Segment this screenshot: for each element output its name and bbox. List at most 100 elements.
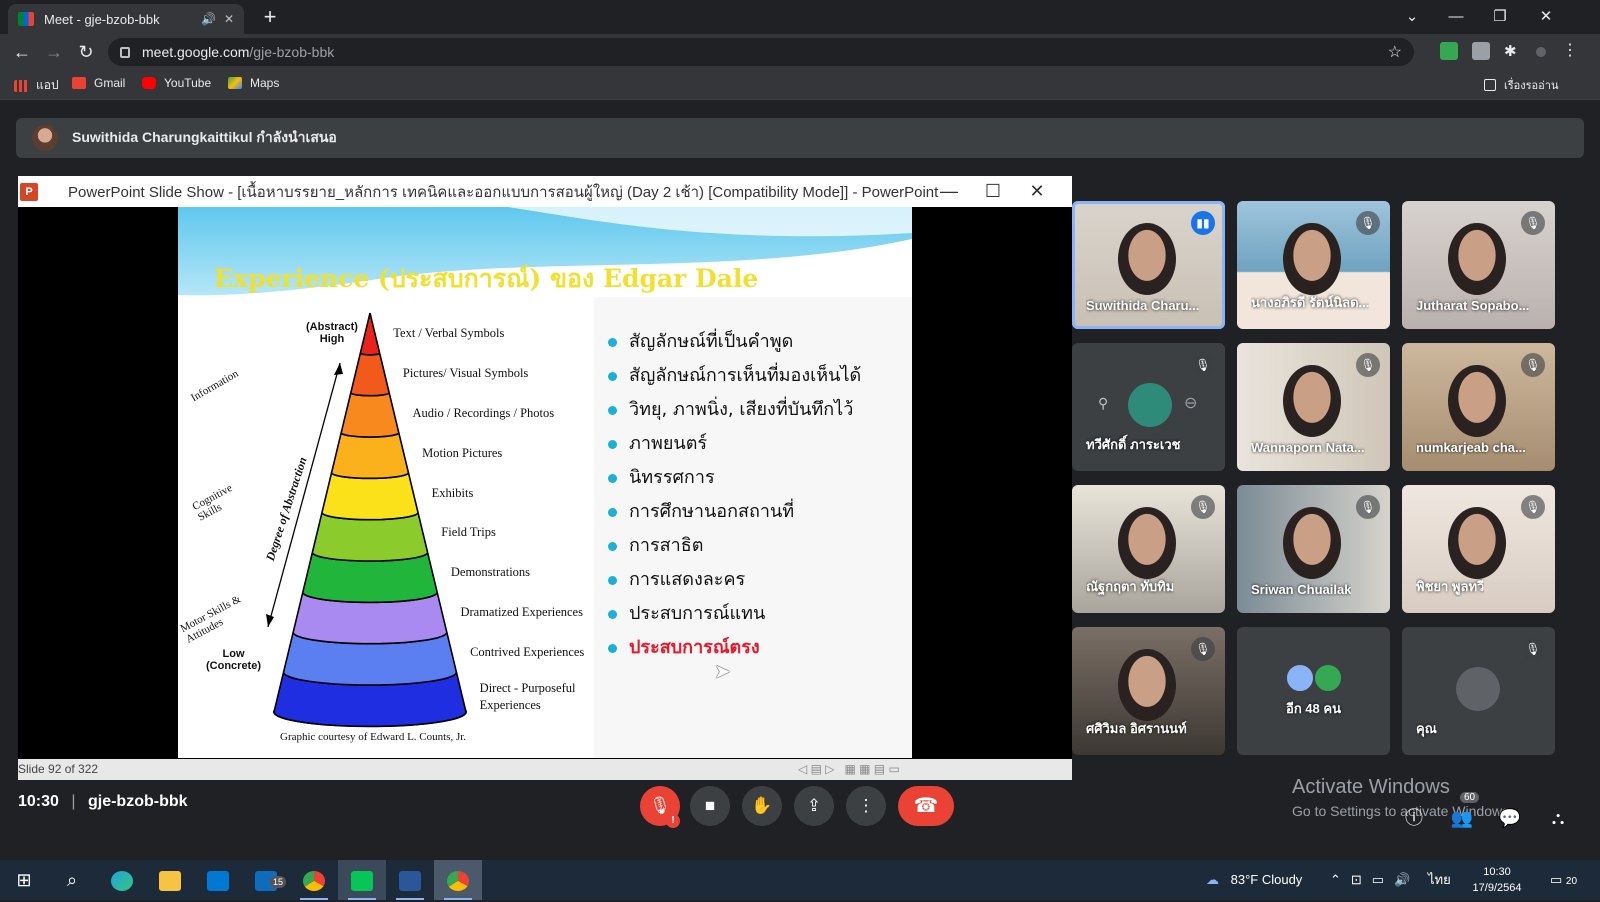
meeting-code: gje-bzob-bbk [87,793,188,810]
camera-toggle-button[interactable]: ■ [690,786,730,826]
reading-list-icon [1484,79,1496,91]
participant-name: อีก 48 คน [1286,701,1341,716]
extension-shield-icon[interactable] [1440,42,1458,60]
input-language[interactable]: ไทย [1428,860,1451,900]
bullet-item: การแสดงละคร [608,563,861,597]
notification-center[interactable]: ▭ 20 [1550,860,1577,900]
system-clock[interactable]: 10:30 17/9/2564 [1462,860,1532,900]
participant-tile[interactable]: 🎙 พิชยา พูลทวี [1402,485,1555,613]
notification-icon: ▭ [1550,872,1563,887]
bullet-dot-icon [608,575,617,585]
forward-arrow-icon[interactable]: → [42,40,66,64]
bullet-text: นิทรรศการ [629,467,715,488]
bullet-text: การสาธิต [629,535,704,556]
leave-call-button[interactable]: ☎ [898,786,954,826]
abstract-high-label: (Abstract) High [306,321,358,345]
participant-name: Wannaporn Nata... [1251,440,1365,455]
taskbar-chrome-1[interactable] [290,860,338,900]
extension-screen-icon[interactable] [1472,42,1490,60]
participant-name: ณัฐกฤตา ทับทิม [1086,579,1175,594]
bookmark-youtube[interactable]: YouTube [142,76,211,90]
profile-icon[interactable] [1536,47,1546,57]
participant-tile[interactable]: อีก 48 คน [1237,627,1390,755]
restore-button[interactable]: ❐ [1480,4,1520,30]
arrow-tail-icon [266,614,274,627]
level-label-1: Text / Verbal Symbols [393,325,505,340]
tab-close-icon[interactable]: ✕ [224,12,234,26]
bullet-text: ภาพยนตร์ [629,433,708,454]
participant-name: ทวีศักดิ์ ภาระเวช [1086,437,1181,452]
slide: Experience (ประสบการณ์) ของ Edgar Dale (… [178,207,912,758]
youtube-icon [142,77,156,89]
chat-icon[interactable]: 💬 [1498,806,1522,830]
present-button[interactable]: ⇪ [794,786,834,826]
slide-title: Experience (ประสบการณ์) ของ Edgar Dale [214,264,759,293]
more-options-button[interactable]: ⋮ [846,786,886,826]
participant-tile[interactable]: 🎙 numkarjeab cha... [1402,343,1555,471]
bullet-item: ภาพยนตร์ [608,427,861,461]
line-icon [351,871,373,892]
bookmark-apps[interactable]: แอป [14,76,59,95]
participant-tile[interactable]: 🎙 คุณ [1402,627,1555,755]
people-icon[interactable]: 👥 [1450,806,1474,830]
tab-title: Meet - gje-bzob-bbk [44,11,160,27]
raise-hand-button[interactable]: ✋ [742,786,782,826]
pin-icon[interactable]: ⚲ [1098,395,1108,412]
mic-off-icon: 🎙 [1191,637,1215,661]
apps-grid-icon [14,79,28,92]
pyramid-band-1 [359,312,381,356]
chrome-menu-icon[interactable]: ⋮ [1562,42,1580,60]
taskbar-word[interactable] [386,860,434,900]
tab-search-icon[interactable]: ⌄ [1392,4,1432,30]
participant-tile[interactable]: 🎙 Jutharat Sopabo... [1402,201,1555,329]
mic-off-icon: 🎙 [1191,353,1215,377]
participant-video [1283,223,1341,295]
close-window-button[interactable]: ✕ [1526,4,1566,30]
ppt-maximize-icon: ☐ [984,181,1002,201]
minimize-button[interactable]: — [1436,4,1476,30]
remove-icon[interactable]: ⊖ [1184,393,1197,413]
pyramid-band-5 [321,472,419,521]
bullet-text: สัญลักษณ์ที่เป็นคำพูด [629,331,794,352]
new-tab-button[interactable]: + [258,4,282,30]
bullet-dot-icon [608,337,617,347]
taskbar-line[interactable] [338,860,386,900]
taskbar-store[interactable] [194,860,242,900]
participant-tile[interactable]: ⚲ ⊖ 🎙 ทวีศักดิ์ ภาระเวช [1072,343,1225,471]
bookmark-star-icon[interactable]: ☆ [1388,42,1402,62]
taskbar-chrome-2[interactable] [434,860,482,900]
participant-tile[interactable]: 🎙 ศศิวิมล อิศรานนท์ [1072,627,1225,755]
bookmark-gmail[interactable]: Gmail [72,76,125,90]
lock-icon[interactable] [120,46,130,58]
address-bar[interactable]: meet.google.com/gje-bzob-bbk ☆ [108,38,1414,66]
participant-video [1283,365,1341,437]
participant-tile[interactable]: 🎙 ณัฐกฤตา ทับทิม [1072,485,1225,613]
tab-meet[interactable]: Meet - gje-bzob-bbk 🔊 ✕ [8,4,244,34]
taskbar-edge[interactable] [98,860,146,900]
activities-icon[interactable]: ⛬ [1546,806,1570,830]
participant-tile[interactable]: 🎙 นางอภิรดี รัตน์นิลด... [1237,201,1390,329]
cloud-icon: ☁ [1206,872,1219,887]
participant-tile[interactable]: 🎙 Sriwan Chuailak [1237,485,1390,613]
edge-icon [111,871,133,892]
reload-icon[interactable]: ↻ [74,40,98,64]
meeting-details-icon[interactable]: ⓘ [1402,806,1426,830]
back-arrow-icon[interactable]: ← [10,40,34,64]
extensions-puzzle-icon[interactable]: ✱ [1504,42,1522,60]
taskbar-explorer[interactable] [146,860,194,900]
participant-video [1283,507,1341,579]
taskbar-mail[interactable]: 15 [242,860,290,900]
participant-avatar [1285,663,1315,693]
participant-name: Suwithida Charu... [1086,298,1200,313]
participant-tile[interactable]: ▮▮ Suwithida Charu... [1072,201,1225,329]
speaker-icon[interactable]: 🔊 [201,12,216,26]
bookmark-maps[interactable]: Maps [228,76,279,90]
participant-tile[interactable]: 🎙 Wannaporn Nata... [1237,343,1390,471]
weather-widget[interactable]: ☁ 83°F Cloudy [1206,860,1302,900]
bookmark-label: Maps [250,76,280,90]
reading-list-button[interactable]: เรื่องรออ่าน [1484,76,1558,94]
search-button[interactable]: ⌕ [48,860,96,900]
start-button[interactable]: ⊞ [0,860,48,900]
level-label-7: Demonstrations [450,565,531,580]
tray-icons[interactable]: ⌃⊡▭🔊 [1330,860,1420,900]
